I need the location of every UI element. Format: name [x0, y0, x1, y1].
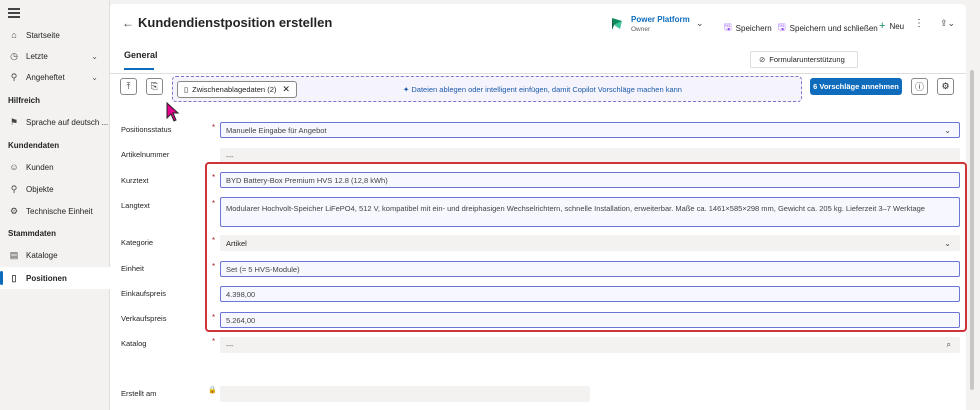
flag-icon: ⚑: [9, 116, 19, 127]
document-icon: ▯: [11, 272, 17, 283]
copilot-paste-button[interactable]: ⎘: [146, 78, 163, 95]
person-icon: ☺: [9, 162, 19, 172]
label-artikelnummer: Artikelnummer: [121, 150, 170, 159]
sidebar-item-label: Positionen: [26, 273, 67, 283]
label-positionsstatus: Positionsstatus: [121, 125, 172, 134]
search-icon[interactable]: ⌕: [947, 340, 951, 350]
katalog-lookup[interactable]: --- ⌕: [220, 337, 960, 353]
label-einheit: Einheit: [121, 264, 144, 273]
scrollbar-thumb[interactable]: [970, 70, 974, 390]
dropzone-hint: ✦ Dateien ablegen oder intelligent einfü…: [403, 85, 682, 94]
info-icon: ⓘ: [914, 82, 924, 92]
highlight-box: [205, 162, 967, 332]
collapse-up-button[interactable]: ⤒: [120, 78, 137, 95]
positionsstatus-select[interactable]: Manuelle Eingabe für Angebot ⌄: [220, 122, 960, 138]
sidebar-item-label: Kunden: [26, 162, 54, 172]
label-einkaufspreis: Einkaufspreis: [121, 289, 167, 298]
label-kurztext: Kurztext: [121, 176, 149, 185]
required-marker: *: [212, 337, 216, 346]
section-title-stammdaten: Stammdaten: [8, 229, 57, 238]
mouse-cursor-icon: [166, 102, 180, 122]
accept-suggestions-button[interactable]: 6 Vorschläge annehmen: [810, 78, 902, 95]
chevron-down-icon: ⌄: [91, 72, 98, 82]
catalog-icon: ▤: [9, 249, 19, 260]
close-icon[interactable]: ✕: [282, 84, 290, 95]
section-title-kundendaten: Kundendaten: [8, 141, 60, 150]
sidebar-item-letzte[interactable]: ◷ Letzte ⌄: [0, 45, 110, 67]
gear-icon: ⚙: [9, 205, 19, 216]
katalog-value: ---: [226, 340, 234, 350]
pin-icon: ⚲: [10, 183, 18, 194]
sidebar-item-technische-einheit[interactable]: ⚙ Technische Einheit: [0, 200, 110, 222]
label-kategorie: Kategorie: [121, 238, 154, 247]
clipboard-sparkle-icon: ⎘: [150, 81, 159, 91]
sidebar-item-label: Objekte: [26, 184, 54, 194]
required-marker: *: [212, 123, 216, 132]
pin-icon: ⚲: [10, 71, 18, 82]
info-button[interactable]: ⓘ: [911, 78, 928, 95]
clipboard-chip-label: Zwischenablagedaten (2): [192, 85, 277, 94]
sidebar-item-kataloge[interactable]: ▤ Kataloge: [0, 244, 110, 266]
form-body: ⤒ ⎘ ▯ Zwischenablagedaten (2) ✕ ✦ Dateie…: [110, 0, 967, 410]
settings-link-button[interactable]: ⚙: [937, 78, 954, 95]
lock-icon: 🔒: [208, 387, 217, 394]
dropzone-hint-text: Dateien ablegen oder intelligent einfüge…: [411, 85, 682, 94]
chevron-down-icon: ⌄: [944, 125, 951, 135]
clipboard-data-chip[interactable]: ▯ Zwischenablagedaten (2) ✕: [177, 81, 297, 98]
sidebar-item-objekte[interactable]: ⚲ Objekte: [0, 178, 110, 200]
sidebar-item-label: Startseite: [26, 30, 60, 40]
artikelnummer-value: ---: [226, 151, 234, 161]
hamburger-menu-icon[interactable]: [8, 8, 20, 18]
copilot-dropzone[interactable]: ▯ Zwischenablagedaten (2) ✕ ✦ Dateien ab…: [172, 76, 802, 102]
sidebar-item-label: Sprache auf deutsch ...: [26, 117, 109, 127]
sidebar-item-sprache[interactable]: ⚑ Sprache auf deutsch ...: [0, 111, 110, 133]
positionsstatus-value: Manuelle Eingabe für Angebot: [226, 125, 327, 135]
sidebar-item-angeheftet[interactable]: ⚲ Angeheftet ⌄: [0, 66, 110, 88]
clipboard-icon: ▯: [184, 85, 189, 94]
label-katalog: Katalog: [121, 339, 147, 348]
sidebar-item-kunden[interactable]: ☺ Kunden: [0, 156, 110, 178]
sidebar-item-startseite[interactable]: ⌂ Startseite: [0, 24, 110, 46]
clock-icon: ◷: [10, 50, 18, 61]
section-title-hilfreich: Hilfreich: [8, 96, 41, 105]
home-icon: ⌂: [11, 30, 17, 40]
sidebar-item-label: Angeheftet: [26, 72, 65, 82]
sidebar-item-label: Kataloge: [26, 250, 58, 260]
sidebar-item-positionen[interactable]: ▯ Positionen: [0, 267, 110, 289]
chevron-down-icon: ⌄: [91, 51, 98, 61]
erstellt-am-field: [220, 386, 590, 402]
label-verkaufspreis: Verkaufspreis: [121, 314, 167, 323]
sidebar-item-label: Technische Einheit: [26, 206, 93, 216]
sidebar-item-label: Letzte: [26, 51, 48, 61]
label-langtext: Langtext: [121, 201, 150, 210]
arrow-up-to-line-icon: ⤒: [126, 81, 131, 91]
label-erstellt-am: Erstellt am: [121, 389, 157, 398]
link-settings-icon: ⚙: [941, 81, 950, 91]
sidebar: ⌂ Startseite ◷ Letzte ⌄ ⚲ Angeheftet ⌄ H…: [0, 0, 110, 410]
